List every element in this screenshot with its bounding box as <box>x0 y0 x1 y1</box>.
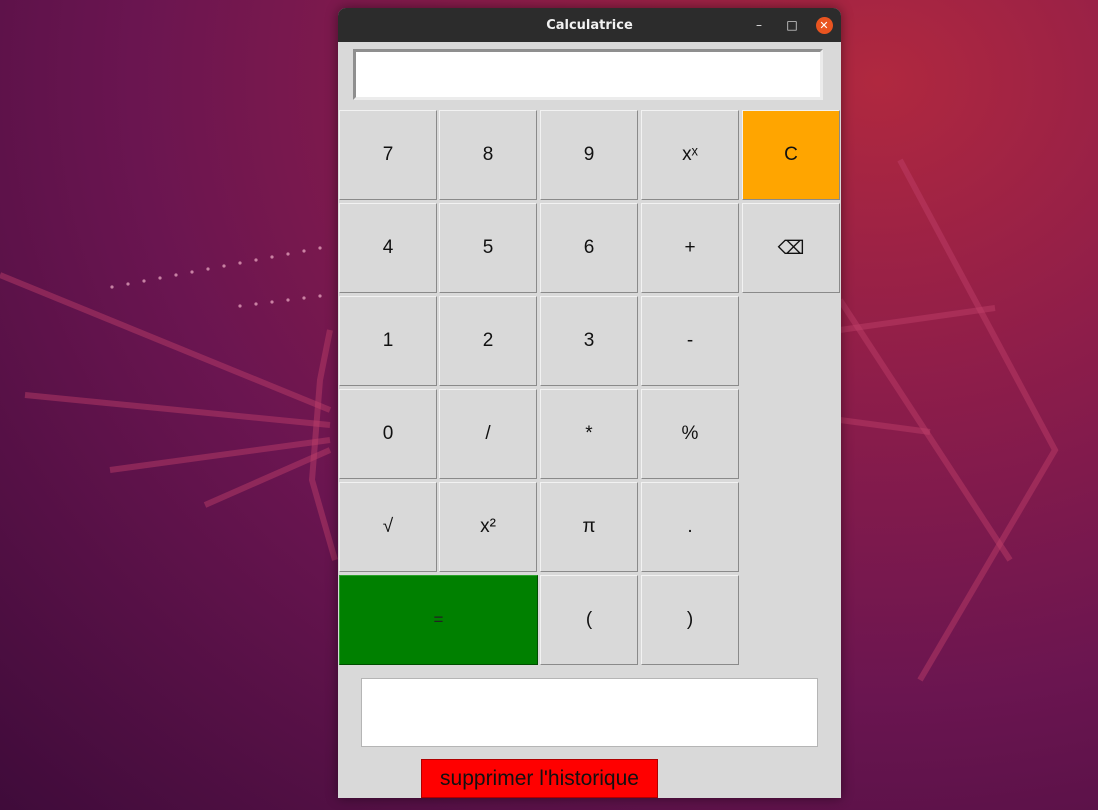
clear-history-button[interactable]: supprimer l'historique <box>421 759 658 798</box>
key-square[interactable]: x² <box>439 482 537 572</box>
key-power[interactable]: xˣ <box>641 110 739 200</box>
key-multiply[interactable]: * <box>540 389 638 479</box>
window-title: Calculatrice <box>546 17 633 33</box>
key-minus[interactable]: - <box>641 296 739 386</box>
calculator-window: Calculatrice – □ ✕ 7 8 9 xˣ C 4 5 6 + ⌫ … <box>338 8 841 798</box>
key-pi[interactable]: π <box>540 482 638 572</box>
key-0[interactable]: 0 <box>339 389 437 479</box>
key-divide[interactable]: / <box>439 389 537 479</box>
clear-button[interactable]: C <box>742 110 840 200</box>
key-8[interactable]: 8 <box>439 110 537 200</box>
history-box[interactable] <box>361 678 818 747</box>
key-open-paren[interactable]: ( <box>540 575 638 665</box>
key-square-root[interactable]: √ <box>339 482 437 572</box>
title-bar[interactable]: Calculatrice – □ ✕ <box>338 8 841 42</box>
key-6[interactable]: 6 <box>540 203 638 293</box>
key-plus[interactable]: + <box>641 203 739 293</box>
key-4[interactable]: 4 <box>339 203 437 293</box>
key-9[interactable]: 9 <box>540 110 638 200</box>
key-percent[interactable]: % <box>641 389 739 479</box>
maximize-icon[interactable]: □ <box>782 8 802 42</box>
backspace-button[interactable]: ⌫ <box>742 203 840 293</box>
close-button[interactable]: ✕ <box>814 8 834 42</box>
expression-display[interactable] <box>353 49 823 100</box>
key-close-paren[interactable]: ) <box>641 575 739 665</box>
minimize-icon[interactable]: – <box>749 8 769 42</box>
close-icon: ✕ <box>815 16 833 34</box>
key-2[interactable]: 2 <box>439 296 537 386</box>
equals-button[interactable]: = <box>339 575 538 665</box>
key-1[interactable]: 1 <box>339 296 437 386</box>
key-7[interactable]: 7 <box>339 110 437 200</box>
key-decimal-point[interactable]: . <box>641 482 739 572</box>
key-3[interactable]: 3 <box>540 296 638 386</box>
key-5[interactable]: 5 <box>439 203 537 293</box>
